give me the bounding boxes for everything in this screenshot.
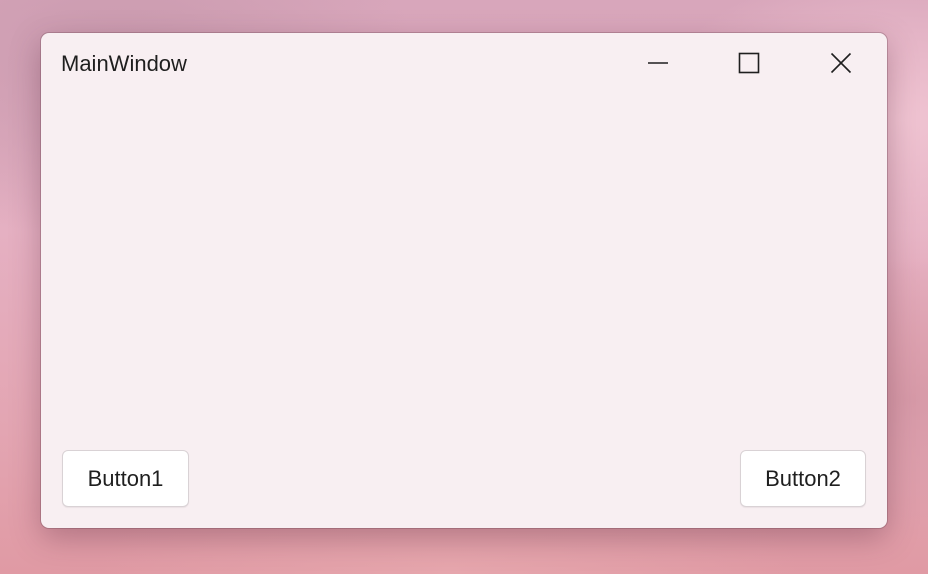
window-content: Button1 Button2 (41, 93, 887, 528)
minimize-button[interactable] (612, 33, 704, 93)
button2[interactable]: Button2 (740, 450, 866, 507)
minimize-icon (647, 52, 669, 74)
window-title: MainWindow (61, 51, 187, 76)
maximize-button[interactable] (703, 33, 795, 93)
maximize-icon (738, 52, 760, 74)
main-window: MainWindow Button1 Button2 (41, 33, 887, 528)
close-icon (830, 52, 852, 74)
button1[interactable]: Button1 (62, 450, 189, 507)
close-button[interactable] (795, 33, 887, 93)
title-bar[interactable]: MainWindow (41, 33, 887, 93)
